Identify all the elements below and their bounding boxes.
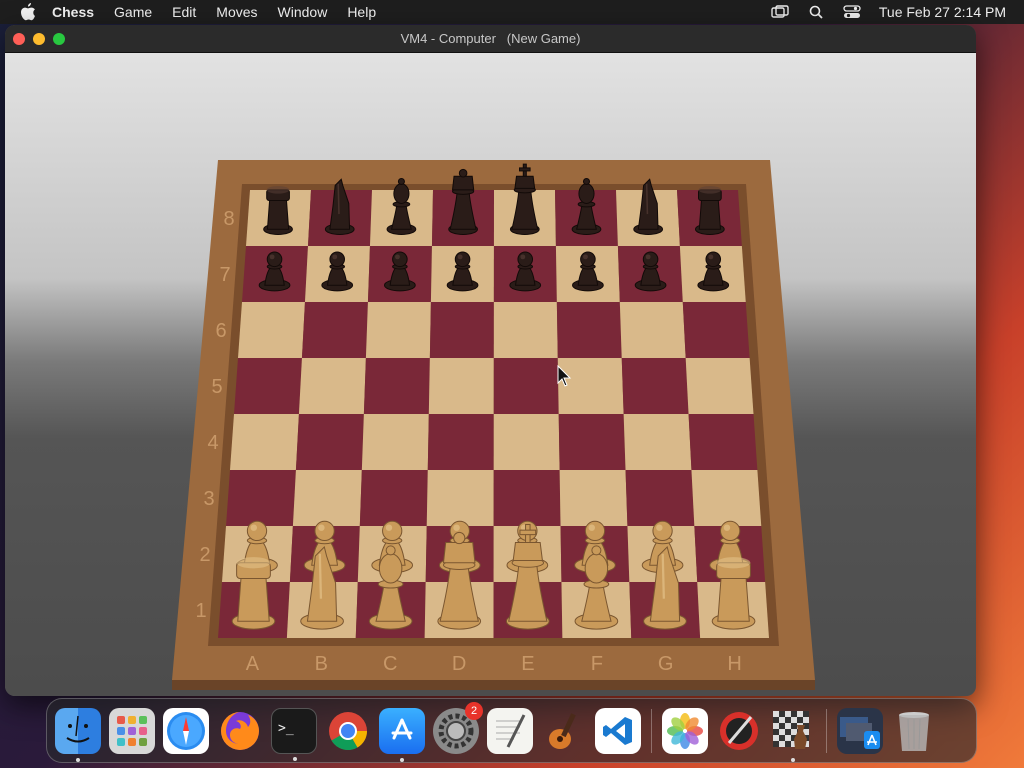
textedit-icon[interactable] — [487, 707, 533, 754]
dock: >_ 2 — [46, 698, 977, 763]
file-label: D — [452, 653, 466, 675]
square-a3[interactable] — [226, 470, 296, 526]
square-c5[interactable] — [363, 358, 430, 414]
square-g5[interactable] — [621, 358, 689, 414]
square-c6[interactable] — [365, 302, 431, 358]
screen-mirror-icon[interactable] — [771, 5, 789, 19]
finder-icon[interactable] — [55, 707, 101, 762]
rank-label: 4 — [207, 432, 218, 454]
notification-badge: 2 — [465, 701, 483, 720]
chess-board[interactable]: 8 7 6 5 4 3 2 1 A B C D E F G H — [5, 53, 976, 696]
square-d6[interactable] — [429, 302, 494, 358]
search-icon[interactable] — [807, 5, 825, 19]
menu-moves[interactable]: Moves — [216, 4, 257, 20]
square-c4[interactable] — [361, 414, 429, 470]
square-h6[interactable] — [682, 302, 750, 358]
rank-label: 1 — [195, 600, 206, 622]
svg-text:>_: >_ — [278, 721, 294, 736]
terminal-icon[interactable]: >_ — [271, 707, 317, 761]
window-title: VM4 - Computer (New Game) — [400, 31, 581, 46]
square-d3[interactable] — [426, 470, 494, 526]
launchpad-icon[interactable] — [109, 707, 155, 754]
square-g3[interactable] — [625, 470, 695, 526]
running-indicator — [791, 757, 795, 762]
square-g6[interactable] — [619, 302, 686, 358]
square-g4[interactable] — [623, 414, 692, 470]
menu-game[interactable]: Game — [114, 4, 152, 20]
firefox-icon[interactable] — [217, 708, 263, 754]
chess-icon[interactable] — [770, 708, 816, 762]
square-f6[interactable] — [556, 302, 622, 358]
square-b4[interactable] — [295, 414, 364, 470]
square-e5[interactable] — [493, 358, 559, 414]
menubar: Chess Game Edit Moves Window Help Tue Fe… — [0, 0, 1024, 24]
rank-label: 7 — [219, 264, 230, 286]
garageband-icon[interactable] — [541, 708, 587, 754]
file-label: B — [315, 653, 328, 675]
rank-label: 2 — [199, 544, 210, 566]
square-c3[interactable] — [359, 470, 428, 526]
square-f3[interactable] — [559, 470, 628, 526]
system-settings-icon[interactable]: 2 — [433, 701, 483, 754]
file-label: G — [658, 653, 674, 675]
vscode-icon[interactable] — [595, 707, 641, 754]
square-a5[interactable] — [234, 358, 302, 414]
square-e4[interactable] — [493, 414, 560, 470]
menu-edit[interactable]: Edit — [172, 4, 196, 20]
square-a6[interactable] — [238, 302, 305, 358]
instruments-icon[interactable] — [716, 708, 762, 754]
trash-icon[interactable] — [891, 708, 937, 754]
square-h3[interactable] — [691, 470, 762, 526]
square-d4[interactable] — [427, 414, 494, 470]
menu-help[interactable]: Help — [347, 4, 376, 20]
dock-separator — [651, 708, 652, 753]
rank-label: 5 — [211, 376, 222, 398]
running-indicator — [76, 757, 80, 762]
file-label: E — [521, 653, 534, 675]
square-f5[interactable] — [557, 358, 624, 414]
square-d5[interactable] — [428, 358, 494, 414]
square-a4[interactable] — [230, 414, 299, 470]
menu-app-chess[interactable]: Chess — [52, 4, 94, 20]
board-scene[interactable]: 8 7 6 5 4 3 2 1 A B C D E F G H — [5, 53, 976, 696]
rank-label: 6 — [215, 320, 226, 342]
window-titlebar[interactable]: VM4 - Computer (New Game) — [5, 25, 976, 53]
apple-menu-icon[interactable] — [18, 2, 38, 22]
file-label: A — [246, 653, 260, 675]
menubar-clock[interactable]: Tue Feb 27 2:14 PM — [879, 4, 1006, 20]
downloads-stack-icon[interactable] — [837, 707, 883, 754]
square-e6[interactable] — [493, 302, 558, 358]
file-label: H — [727, 653, 741, 675]
board-frame-edge — [172, 680, 815, 690]
running-indicator — [293, 756, 297, 761]
square-b6[interactable] — [301, 302, 368, 358]
rank-label: 3 — [203, 488, 214, 510]
dock-separator — [826, 708, 827, 753]
close-button[interactable] — [13, 33, 25, 45]
control-center-icon[interactable] — [843, 5, 861, 19]
square-h5[interactable] — [685, 358, 754, 414]
safari-icon[interactable] — [163, 707, 209, 754]
square-h4[interactable] — [688, 414, 758, 470]
square-b3[interactable] — [292, 470, 362, 526]
chrome-icon[interactable] — [325, 708, 371, 754]
minimize-button[interactable] — [33, 33, 45, 45]
square-e3[interactable] — [493, 470, 561, 526]
rank-label: 8 — [223, 208, 234, 230]
zoom-button[interactable] — [53, 33, 65, 45]
square-f4[interactable] — [558, 414, 626, 470]
square-b5[interactable] — [298, 358, 366, 414]
file-label: C — [383, 653, 397, 675]
app-store-icon[interactable] — [379, 707, 425, 762]
menu-window[interactable]: Window — [278, 4, 328, 20]
file-label: F — [591, 653, 603, 675]
photos-icon[interactable] — [662, 707, 708, 754]
running-indicator — [400, 757, 404, 762]
chess-window: VM4 - Computer (New Game) 8 7 6 5 4 3 2 1 A B C D E F… — [5, 25, 976, 696]
